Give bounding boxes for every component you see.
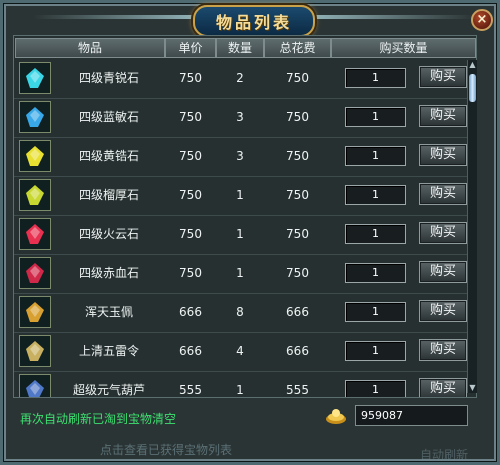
buy-quantity-input[interactable]: 1: [345, 302, 406, 322]
table-row: 超级元气葫芦 555 1 555 1 购买: [14, 371, 476, 397]
item-total: 750: [286, 266, 309, 280]
item-name: 四级黄锆石: [78, 149, 139, 163]
item-name: 四级青锐石: [78, 71, 139, 85]
table-row: 上清五雷令 666 4 666 1 购买: [14, 332, 476, 372]
table-header: 物品 单价 数量 总花费 购买数量: [14, 36, 476, 58]
column-header-buy-qty: 购买数量: [331, 38, 476, 58]
scrollbar[interactable]: ▲ ▼: [467, 60, 477, 393]
gold-ingot-icon: [325, 407, 347, 425]
item-name: 四级蓝敏石: [78, 110, 139, 124]
item-count: 4: [236, 344, 244, 358]
jade-pendant-icon[interactable]: [19, 296, 51, 328]
item-count: 1: [236, 383, 244, 397]
item-total: 750: [286, 227, 309, 241]
title-plate: 物品列表: [193, 5, 315, 37]
item-price: 750: [179, 71, 202, 85]
table-row: 四级火云石 750 1 750 1 购买: [14, 215, 476, 255]
scroll-up-arrow-icon[interactable]: ▲: [468, 60, 477, 70]
table-row: 四级赤血石 750 1 750 1 购买: [14, 254, 476, 294]
buy-button[interactable]: 购买: [419, 261, 467, 283]
title-bar: 物品列表 ×: [3, 3, 497, 37]
item-count: 3: [236, 149, 244, 163]
item-name: 超级元气葫芦: [72, 383, 145, 397]
item-count: 8: [236, 305, 244, 319]
item-price: 750: [179, 266, 202, 280]
buy-quantity-input[interactable]: 1: [345, 341, 406, 361]
buy-button[interactable]: 购买: [419, 378, 467, 397]
view-obtained-treasures-link[interactable]: 点击查看已获得宝物列表: [100, 441, 232, 458]
item-total: 666: [286, 344, 309, 358]
item-price: 750: [179, 227, 202, 241]
buy-quantity-input[interactable]: 1: [345, 224, 406, 244]
crimson-gem-icon[interactable]: [19, 257, 51, 289]
table-row: 四级蓝敏石 750 3 750 1 购买: [14, 98, 476, 138]
buy-quantity-input[interactable]: 1: [345, 68, 406, 88]
buy-button[interactable]: 购买: [419, 66, 467, 88]
table-row: 浑天玉佩 666 8 666 1 购买: [14, 293, 476, 333]
refresh-notice: 再次自动刷新已淘到宝物清空: [20, 412, 177, 426]
buy-button[interactable]: 购买: [419, 183, 467, 205]
yellow-gem-icon[interactable]: [19, 140, 51, 172]
item-name: 四级榴厚石: [78, 188, 139, 202]
gourd-icon[interactable]: [19, 374, 51, 397]
green-yellow-gem-icon[interactable]: [19, 179, 51, 211]
table-row: 四级青锐石 750 2 750 1 购买: [14, 59, 476, 99]
red-gem-icon[interactable]: [19, 218, 51, 250]
item-name: 上清五雷令: [78, 344, 139, 358]
buy-quantity-input[interactable]: 1: [345, 380, 406, 397]
item-price: 750: [179, 110, 202, 124]
item-name: 四级赤血石: [78, 266, 139, 280]
column-header-item: 物品: [15, 38, 165, 58]
title-ornament-right: [315, 15, 475, 19]
item-price: 666: [179, 344, 202, 358]
thunder-token-icon[interactable]: [19, 335, 51, 367]
buy-button[interactable]: 购买: [419, 339, 467, 361]
column-header-price: 单价: [165, 38, 216, 58]
item-count: 1: [236, 227, 244, 241]
gold-amount: 959087: [355, 405, 468, 426]
title-ornament-left: [33, 15, 193, 19]
item-count: 1: [236, 266, 244, 280]
scroll-thumb[interactable]: [469, 74, 476, 102]
table-row: 四级黄锆石 750 3 750 1 购买: [14, 137, 476, 177]
buy-button[interactable]: 购买: [419, 222, 467, 244]
item-price: 750: [179, 188, 202, 202]
item-name: 四级火云石: [78, 227, 139, 241]
scroll-down-arrow-icon[interactable]: ▼: [468, 383, 477, 393]
item-list-panel: 物品 单价 数量 总花费 购买数量 四级青锐石 750 2 750 1 购买 四级蓝敏石 75…: [13, 35, 477, 398]
item-total: 555: [286, 383, 309, 397]
buy-quantity-input[interactable]: 1: [345, 185, 406, 205]
item-count: 3: [236, 110, 244, 124]
item-count: 2: [236, 71, 244, 85]
buy-quantity-input[interactable]: 1: [345, 263, 406, 283]
item-price: 750: [179, 149, 202, 163]
item-name: 浑天玉佩: [84, 305, 133, 319]
window-title: 物品列表: [215, 13, 292, 32]
item-total: 750: [286, 149, 309, 163]
buy-quantity-input[interactable]: 1: [345, 146, 406, 166]
item-price: 666: [179, 305, 202, 319]
blue-gem-icon[interactable]: [19, 101, 51, 133]
buy-button[interactable]: 购买: [419, 300, 467, 322]
item-total: 750: [286, 188, 309, 202]
item-total: 750: [286, 71, 309, 85]
close-button[interactable]: ×: [471, 9, 493, 31]
buy-quantity-input[interactable]: 1: [345, 107, 406, 127]
table-row: 四级榴厚石 750 1 750 1 购买: [14, 176, 476, 216]
item-count: 1: [236, 188, 244, 202]
column-header-total: 总花费: [264, 38, 331, 58]
item-total: 666: [286, 305, 309, 319]
buy-button[interactable]: 购买: [419, 144, 467, 166]
auto-refresh-label[interactable]: 自动刷新: [420, 446, 468, 463]
item-total: 750: [286, 110, 309, 124]
column-header-count: 数量: [216, 38, 264, 58]
cyan-gem-icon[interactable]: [19, 62, 51, 94]
buy-button[interactable]: 购买: [419, 105, 467, 127]
item-price: 555: [179, 383, 202, 397]
